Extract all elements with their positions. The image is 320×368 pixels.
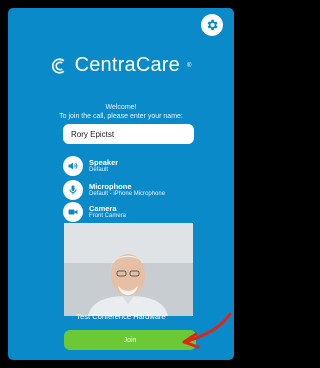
- camera-row[interactable]: Camera Front Camera: [63, 202, 213, 222]
- welcome-message: Welcome! To join the call, please enter …: [0, 103, 242, 121]
- camera-icon: [63, 202, 83, 222]
- microphone-subtitle: Default - iPhone Microphone: [89, 190, 166, 197]
- brand-logo: CentraCare ®: [0, 54, 242, 77]
- red-arrow-icon: [182, 312, 232, 349]
- name-input[interactable]: [63, 124, 194, 144]
- speaker-title: Speaker: [89, 157, 119, 167]
- settings-button[interactable]: [201, 14, 223, 36]
- speaker-subtitle: Default: [89, 166, 109, 173]
- welcome-instruction: To join the call, please enter your name…: [59, 113, 183, 120]
- microphone-icon: [63, 180, 83, 200]
- microphone-title: Microphone: [89, 181, 132, 191]
- join-button[interactable]: Join: [64, 330, 196, 350]
- camera-title: Camera: [89, 203, 117, 213]
- speaker-icon: [63, 156, 83, 176]
- gear-icon: [207, 19, 218, 31]
- microphone-row[interactable]: Microphone Default - iPhone Microphone: [63, 180, 213, 200]
- brand-name: CentraCare: [74, 54, 180, 76]
- person-photo: [64, 223, 193, 316]
- camera-preview: [64, 223, 193, 316]
- camera-subtitle: Front Camera: [89, 212, 127, 219]
- centracare-logo-icon: [51, 57, 64, 74]
- brand-trademark: ®: [186, 62, 192, 69]
- speaker-row[interactable]: Speaker Default: [63, 156, 213, 176]
- welcome-heading: Welcome!: [105, 104, 137, 111]
